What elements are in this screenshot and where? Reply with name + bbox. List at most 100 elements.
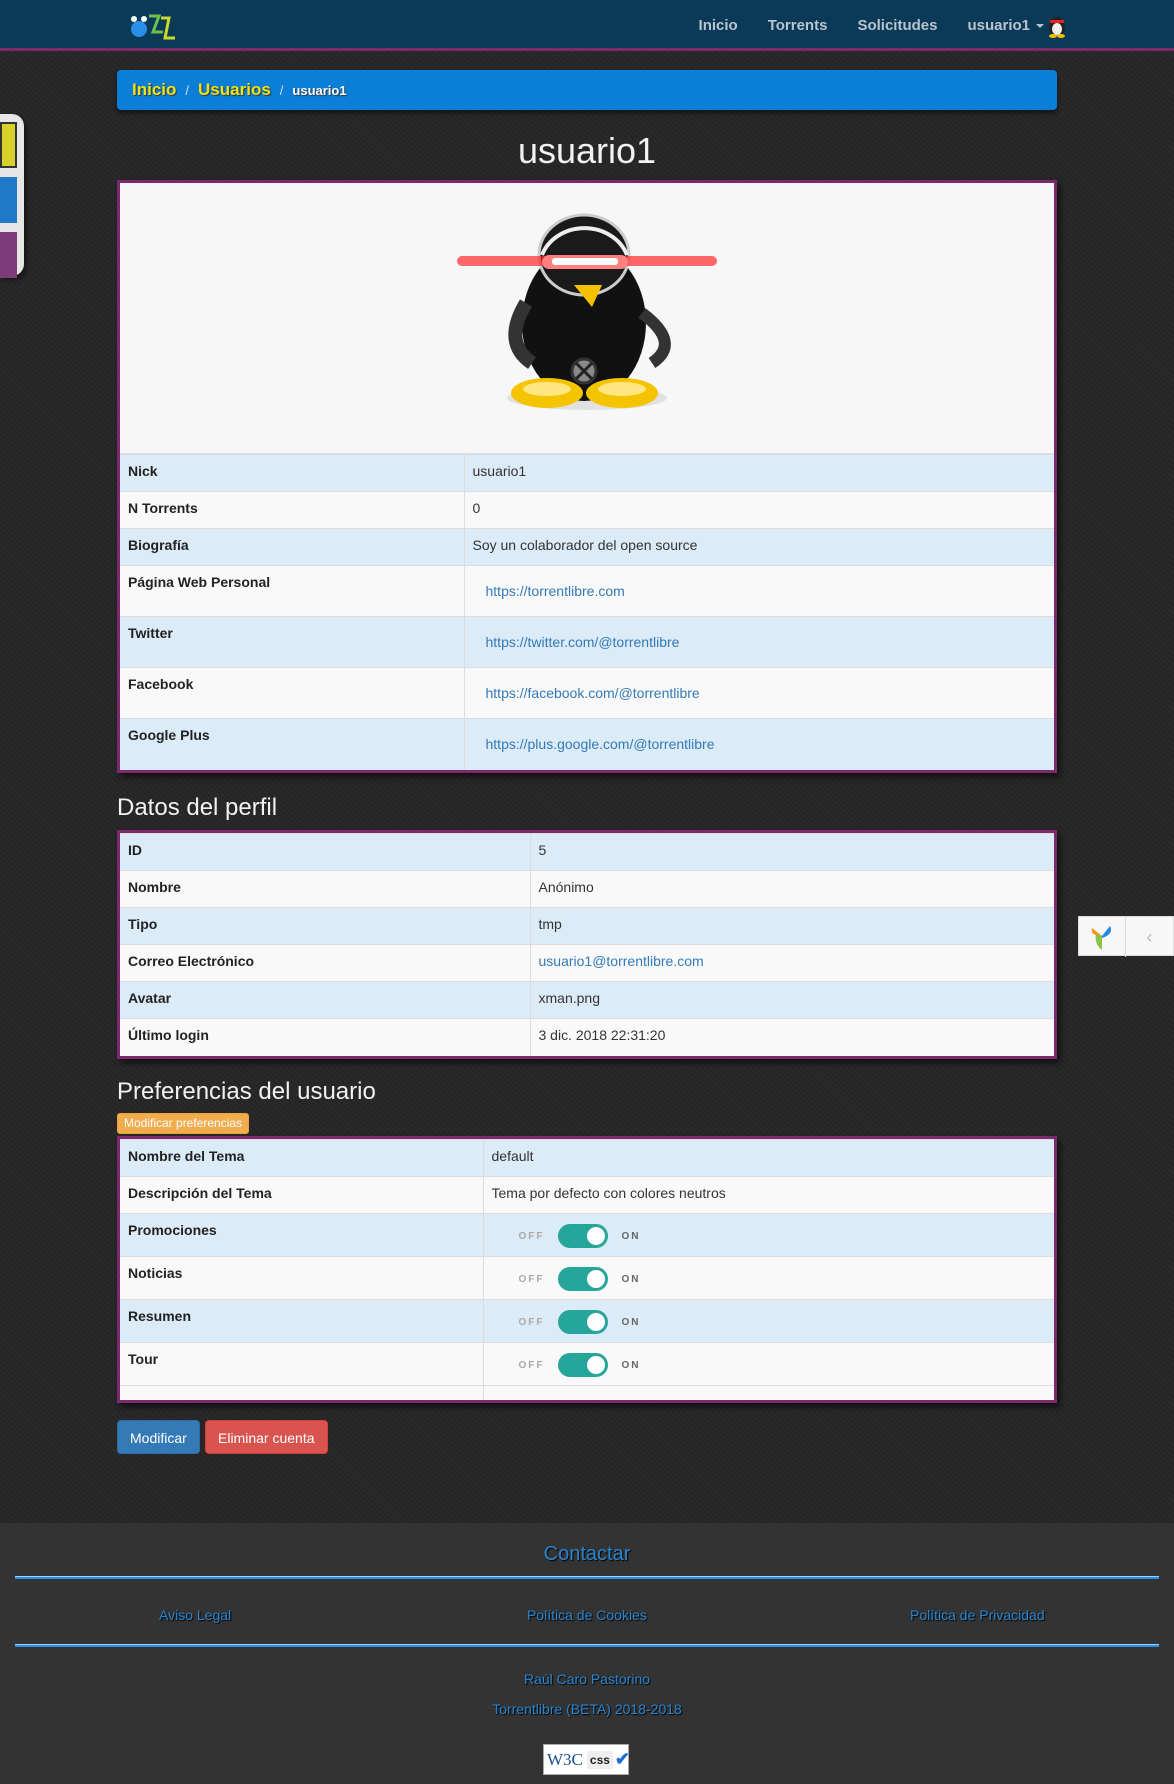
toggle-cell: OFF ON (482, 1213, 1054, 1257)
switch-off-label: OFF (518, 1273, 545, 1285)
google-plus-link[interactable]: https://plus.google.com/@torrentlibre (486, 736, 715, 752)
row-label: Facebook (120, 667, 464, 719)
row-label: Último login (120, 1018, 530, 1056)
user-menu-label: usuario1 (967, 17, 1030, 34)
row-label: ID (120, 833, 530, 871)
row-label: Google Plus (120, 718, 464, 770)
row-value-cell: usuario1@torrentlibre.com (529, 944, 1054, 982)
table-row: Último login 3 dic. 2018 22:31:20 (120, 1018, 1054, 1056)
toggle-knob (586, 1270, 605, 1288)
w3c-text: W3C (547, 1749, 583, 1769)
website-link[interactable]: https://torrentlibre.com (486, 583, 625, 599)
profile-data-table: ID 5 Nombre Anónimo Tipo tmp Correo Elec… (120, 833, 1054, 1056)
row-value-cell: https://torrentlibre.com (463, 565, 1054, 617)
preferences-table: Nombre del Tema default Descripción del … (120, 1139, 1054, 1400)
row-label: Biografía (120, 528, 464, 566)
side-widget-button-2[interactable] (0, 177, 17, 223)
news-toggle[interactable] (557, 1267, 608, 1291)
table-row: ID 5 (120, 833, 1054, 871)
switch-on-label: ON (621, 1230, 641, 1242)
table-row: Nick usuario1 (120, 454, 1054, 492)
toggle-cell: OFF ON (482, 1299, 1054, 1343)
empty-cell (482, 1385, 1054, 1400)
row-label: Página Web Personal (120, 565, 464, 617)
row-value-cell: https://twitter.com/@torrentlibre (463, 616, 1054, 668)
toggle-knob (586, 1313, 605, 1331)
avatar-container (120, 183, 1054, 454)
switch-off-label: OFF (518, 1359, 545, 1371)
delete-account-button[interactable]: Eliminar cuenta (205, 1420, 328, 1454)
row-label: Tour (120, 1342, 483, 1386)
email-link[interactable]: usuario1@torrentlibre.com (539, 953, 704, 969)
modify-button[interactable]: Modificar (117, 1420, 200, 1454)
row-label: Nombre del Tema (120, 1139, 483, 1177)
cookie-policy-link[interactable]: Política de Cookies (527, 1607, 647, 1623)
breadcrumb-separator: / (279, 82, 284, 98)
footer: Contactar Aviso Legal Política de Cookie… (0, 1523, 1174, 1784)
nav-inicio[interactable]: Inicio (699, 17, 738, 34)
toggle-cell: OFF ON (482, 1256, 1054, 1300)
switch-on-label: ON (621, 1316, 641, 1328)
contact-link[interactable]: Contactar (0, 1543, 1174, 1566)
avatar-image (457, 213, 717, 410)
table-row: Tour OFF ON (120, 1342, 1054, 1386)
row-value: tmp (529, 907, 1054, 945)
top-navbar: Inicio Torrents Solicitudes usuario1 (0, 0, 1174, 51)
breadcrumb-separator: / (185, 82, 190, 98)
user-menu-dropdown[interactable]: usuario1 (967, 17, 1044, 34)
promotions-toggle[interactable] (557, 1224, 608, 1248)
row-value: Tema por defecto con colores neutros (482, 1176, 1054, 1214)
user-avatar-icon[interactable] (1044, 12, 1070, 38)
breadcrumb-users[interactable]: Usuarios (198, 80, 271, 100)
main-nav: Inicio Torrents Solicitudes usuario1 (669, 0, 1044, 51)
breadcrumb: Inicio / Usuarios / usuario1 (117, 70, 1057, 110)
switch-on-label: ON (621, 1359, 641, 1371)
chevron-left-icon[interactable]: ‹ (1126, 917, 1173, 957)
table-row: Descripción del Tema Tema por defecto co… (120, 1176, 1054, 1214)
torrentlibre-logo-icon[interactable] (125, 10, 185, 44)
breadcrumb-home[interactable]: Inicio (132, 80, 176, 100)
row-label: Resumen (120, 1299, 483, 1343)
promotions-switch: OFF ON (492, 1222, 1047, 1248)
summary-switch: OFF ON (492, 1308, 1047, 1334)
switch-off-label: OFF (518, 1230, 545, 1242)
footer-author: Raúl Caro Pastorino (523, 1671, 651, 1687)
table-row (120, 1385, 1054, 1400)
checkmark-icon: ✔ (614, 1749, 631, 1769)
table-row: Resumen OFF ON (120, 1299, 1054, 1343)
row-value: usuario1 (463, 454, 1054, 492)
page-title: usuario1 (517, 130, 657, 171)
table-row: Promociones OFF ON (120, 1213, 1054, 1257)
table-row: Avatar xman.png (120, 981, 1054, 1019)
toggle-knob (586, 1227, 605, 1245)
side-widget-button-3[interactable] (0, 232, 17, 278)
summary-toggle[interactable] (557, 1310, 608, 1334)
row-label: Promociones (120, 1213, 483, 1257)
yii-debug-toolbar: ‹ (1078, 916, 1174, 957)
tour-switch: OFF ON (492, 1351, 1047, 1377)
w3c-css-badge[interactable]: W3C css ✔ (543, 1744, 631, 1775)
empty-cell (120, 1385, 483, 1400)
yii-logo-icon[interactable] (1079, 917, 1127, 957)
row-value: 3 dic. 2018 22:31:20 (529, 1018, 1054, 1056)
legal-notice-link[interactable]: Aviso Legal (159, 1607, 231, 1623)
row-label: N Torrents (120, 491, 464, 529)
row-label: Avatar (120, 981, 530, 1019)
row-value: 5 (529, 833, 1054, 871)
row-label: Nombre (120, 870, 530, 908)
tour-toggle[interactable] (557, 1353, 608, 1377)
preferences-heading: Preferencias del usuario (117, 1078, 376, 1105)
side-widget-button-1[interactable] (0, 122, 17, 168)
preferences-panel: Nombre del Tema default Descripción del … (117, 1136, 1057, 1403)
facebook-link[interactable]: https://facebook.com/@torrentlibre (486, 685, 700, 701)
row-value-cell: https://plus.google.com/@torrentlibre (463, 718, 1054, 770)
privacy-policy-link[interactable]: Política de Privacidad (910, 1607, 1045, 1623)
profile-panel: Nick usuario1 N Torrents 0 Biografía Soy… (117, 180, 1057, 773)
nav-solicitudes[interactable]: Solicitudes (857, 17, 937, 34)
nav-torrents[interactable]: Torrents (768, 17, 828, 34)
row-value: default (482, 1139, 1054, 1177)
row-label: Nick (120, 454, 464, 492)
modify-preferences-button[interactable]: Modificar preferencias (117, 1113, 250, 1134)
twitter-link[interactable]: https://twitter.com/@torrentlibre (486, 634, 680, 650)
row-label: Descripción del Tema (120, 1176, 483, 1214)
